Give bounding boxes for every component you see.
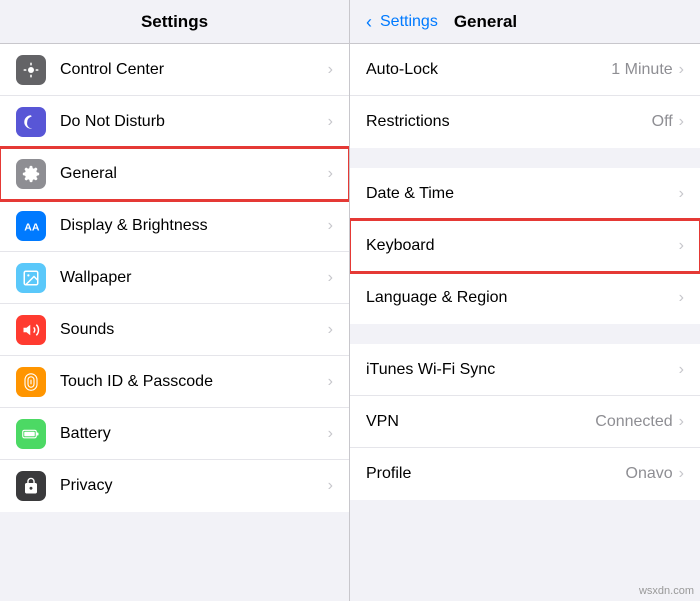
language-region-chevron-icon: ›: [679, 289, 684, 307]
touch-id-icon: [16, 367, 46, 397]
right-item-restrictions[interactable]: RestrictionsOff ›: [350, 96, 700, 148]
right-item-keyboard[interactable]: Keyboard›: [350, 220, 700, 272]
privacy-label: Privacy: [60, 477, 328, 495]
back-chevron-icon: ‹: [366, 13, 372, 31]
profile-chevron-icon: ›: [679, 465, 684, 483]
do-not-disturb-label: Do Not Disturb: [60, 113, 328, 131]
settings-item-do-not-disturb[interactable]: Do Not Disturb›: [0, 96, 349, 148]
date-time-label: Date & Time: [366, 185, 679, 203]
settings-group-left: Control Center›Do Not Disturb›General›AA…: [0, 44, 349, 512]
do-not-disturb-chevron-icon: ›: [328, 113, 333, 131]
sounds-chevron-icon: ›: [328, 321, 333, 339]
battery-chevron-icon: ›: [328, 425, 333, 443]
right-item-itunes-wifi[interactable]: iTunes Wi-Fi Sync›: [350, 344, 700, 396]
general-chevron-icon: ›: [328, 165, 333, 183]
display-chevron-icon: ›: [328, 217, 333, 235]
right-group-2: iTunes Wi-Fi Sync›VPNConnected›ProfileOn…: [350, 344, 700, 500]
settings-item-battery[interactable]: Battery›: [0, 408, 349, 460]
wallpaper-icon: [16, 263, 46, 293]
settings-item-wallpaper[interactable]: Wallpaper›: [0, 252, 349, 304]
auto-lock-value: 1 Minute: [611, 61, 672, 79]
profile-label: Profile: [366, 465, 626, 483]
general-icon: [16, 159, 46, 189]
control-center-icon: [16, 55, 46, 85]
general-label: General: [60, 165, 328, 183]
language-region-label: Language & Region: [366, 289, 679, 307]
settings-item-general[interactable]: General›: [0, 148, 349, 200]
left-header: Settings: [0, 0, 350, 43]
settings-item-privacy[interactable]: Privacy›: [0, 460, 349, 512]
wallpaper-label: Wallpaper: [60, 269, 328, 287]
battery-icon: [16, 419, 46, 449]
settings-item-display[interactable]: AA Display & Brightness›: [0, 200, 349, 252]
svg-text:AA: AA: [24, 221, 40, 233]
right-item-language-region[interactable]: Language & Region›: [350, 272, 700, 324]
touch-id-chevron-icon: ›: [328, 373, 333, 391]
back-button[interactable]: Settings: [380, 13, 438, 31]
control-center-chevron-icon: ›: [328, 61, 333, 79]
left-panel: Control Center›Do Not Disturb›General›AA…: [0, 44, 350, 601]
do-not-disturb-icon: [16, 107, 46, 137]
battery-label: Battery: [60, 425, 328, 443]
right-header: ‹ Settings General: [350, 0, 700, 43]
vpn-chevron-icon: ›: [679, 413, 684, 431]
watermark: wsxdn.com: [639, 585, 694, 597]
main-content: Control Center›Do Not Disturb›General›AA…: [0, 44, 700, 601]
privacy-icon: [16, 471, 46, 501]
keyboard-label: Keyboard: [366, 237, 679, 255]
right-item-vpn[interactable]: VPNConnected ›: [350, 396, 700, 448]
general-title: General: [454, 12, 517, 32]
right-item-auto-lock[interactable]: Auto-Lock1 Minute ›: [350, 44, 700, 96]
touch-id-label: Touch ID & Passcode: [60, 373, 328, 391]
restrictions-value: Off: [652, 113, 673, 131]
vpn-label: VPN: [366, 413, 595, 431]
itunes-wifi-label: iTunes Wi-Fi Sync: [366, 361, 679, 379]
restrictions-label: Restrictions: [366, 113, 652, 131]
right-item-date-time[interactable]: Date & Time›: [350, 168, 700, 220]
auto-lock-label: Auto-Lock: [366, 61, 611, 79]
itunes-wifi-chevron-icon: ›: [679, 361, 684, 379]
display-label: Display & Brightness: [60, 217, 328, 235]
wallpaper-chevron-icon: ›: [328, 269, 333, 287]
restrictions-chevron-icon: ›: [679, 113, 684, 131]
right-panel: Auto-Lock1 Minute›RestrictionsOff›Date &…: [350, 44, 700, 601]
auto-lock-chevron-icon: ›: [679, 61, 684, 79]
settings-title: Settings: [141, 12, 208, 32]
right-item-profile[interactable]: ProfileOnavo ›: [350, 448, 700, 500]
privacy-chevron-icon: ›: [328, 477, 333, 495]
date-time-chevron-icon: ›: [679, 185, 684, 203]
settings-item-control-center[interactable]: Control Center›: [0, 44, 349, 96]
right-group-0: Auto-Lock1 Minute › RestrictionsOff ›: [350, 44, 700, 148]
app-header: Settings ‹ Settings General: [0, 0, 700, 44]
vpn-value: Connected: [595, 413, 672, 431]
control-center-label: Control Center: [60, 61, 328, 79]
profile-value: Onavo: [626, 465, 673, 483]
settings-item-sounds[interactable]: Sounds›: [0, 304, 349, 356]
sounds-icon: [16, 315, 46, 345]
display-icon: AA: [16, 211, 46, 241]
settings-item-touch-id[interactable]: Touch ID & Passcode›: [0, 356, 349, 408]
right-group-1: Date & Time›Keyboard›Language & Region›: [350, 168, 700, 324]
sounds-label: Sounds: [60, 321, 328, 339]
keyboard-chevron-icon: ›: [679, 237, 684, 255]
